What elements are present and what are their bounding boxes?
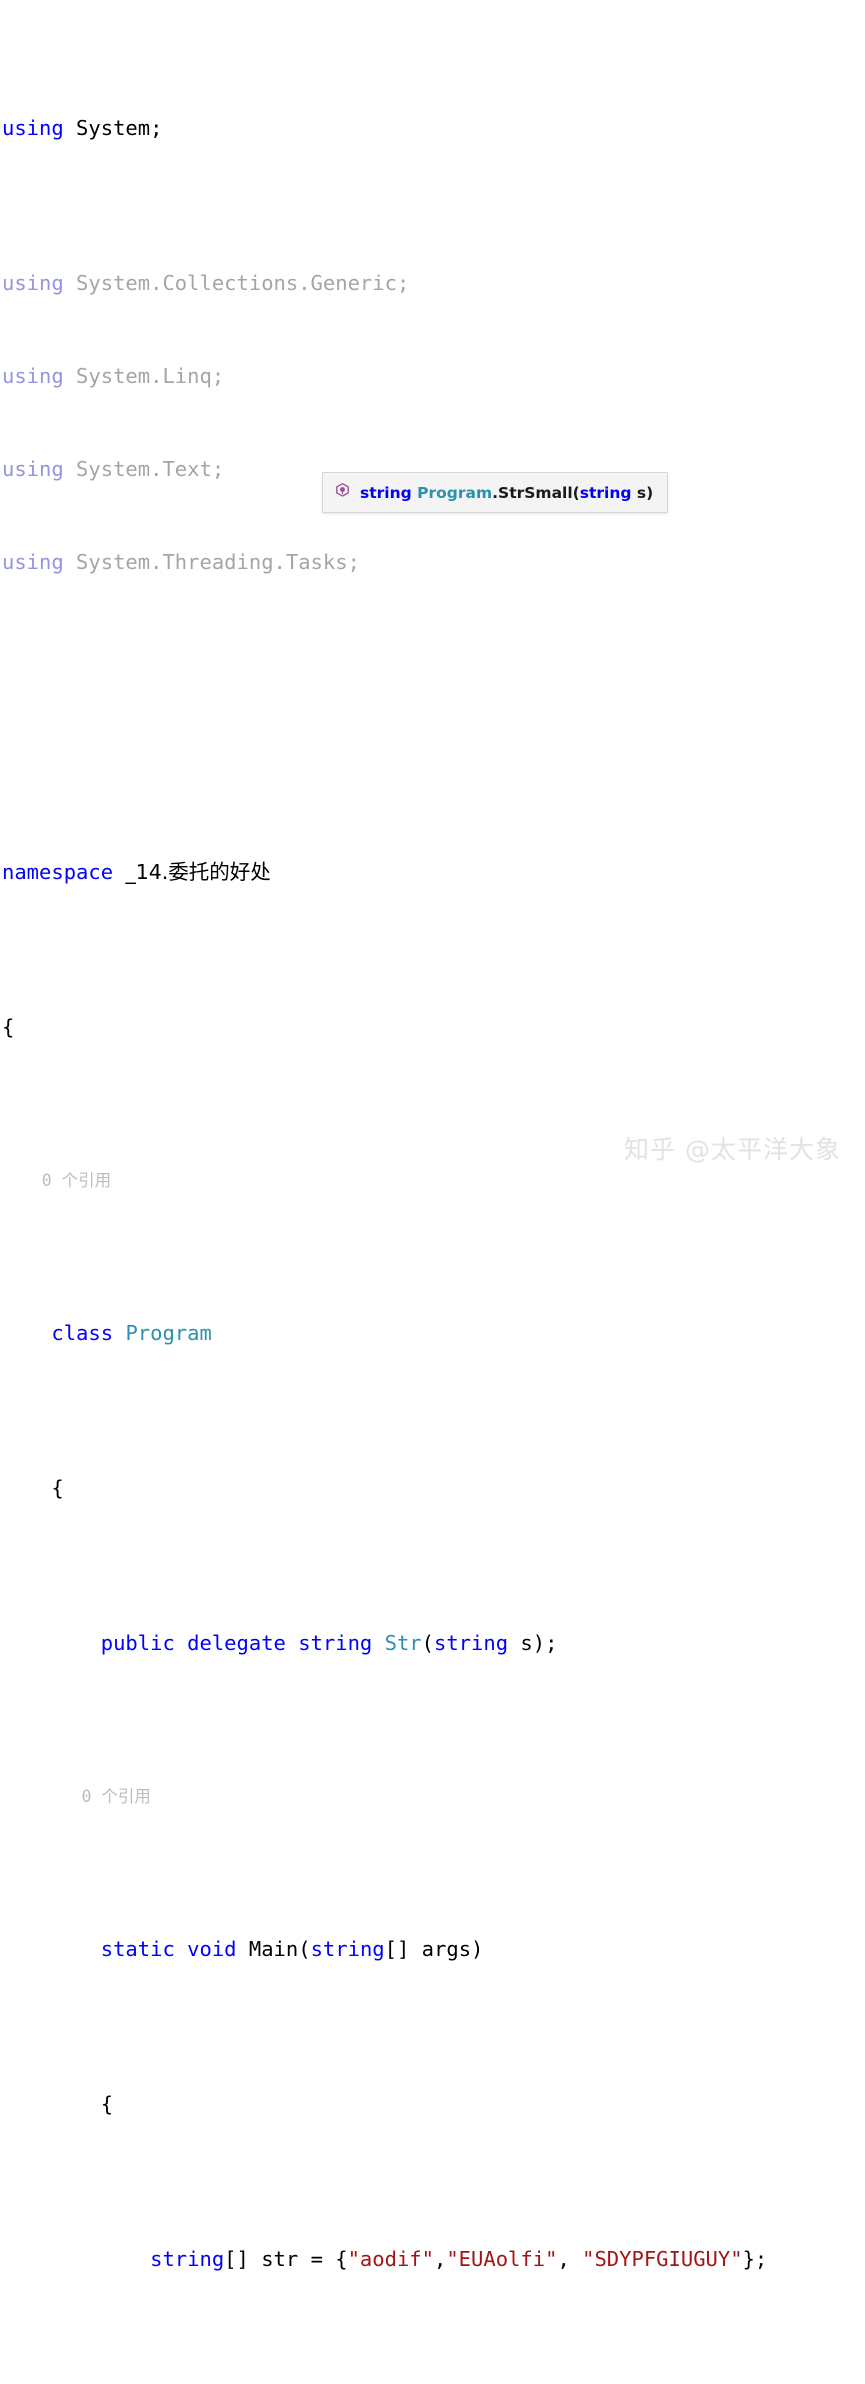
- tooltip-paren-close: ): [646, 483, 654, 502]
- code-line-blank[interactable]: [0, 702, 865, 733]
- code-line[interactable]: {: [0, 2089, 865, 2120]
- type-str-delegate: Str: [384, 1631, 422, 1655]
- keyword-namespace: namespace: [2, 860, 114, 884]
- codelens-label: 个引用: [61, 1171, 112, 1190]
- code-line[interactable]: string[] str = {"aodif","EUAolfi", "SDYP…: [0, 2244, 865, 2275]
- code-editor-surface[interactable]: using System; using System.Collections.G…: [0, 0, 865, 2384]
- code-line[interactable]: using System;: [0, 113, 865, 144]
- intellisense-quickinfo-tooltip: string Program.StrSmall(string s): [322, 472, 669, 513]
- keyword-class: class: [51, 1321, 114, 1345]
- codelens-label: 个引用: [101, 1787, 151, 1806]
- tooltip-param-type: string: [579, 483, 632, 502]
- code-line[interactable]: {: [0, 1012, 865, 1043]
- code-text: System.Linq;: [63, 364, 225, 388]
- code-text: System;: [63, 116, 163, 140]
- string-literal: "SDYPFGIUGUY": [582, 2247, 743, 2271]
- string-literal: "aodif": [347, 2247, 434, 2271]
- code-line[interactable]: class Program: [0, 1318, 865, 1349]
- code-line[interactable]: namespace _14.委托的好处: [0, 857, 865, 888]
- code-line[interactable]: public delegate string Str(string s);: [0, 1628, 865, 1659]
- tooltip-return-type: string: [360, 483, 412, 502]
- code-line[interactable]: using System.Linq;: [0, 361, 865, 392]
- keyword-using: using: [2, 364, 64, 388]
- keyword-using: using: [2, 116, 64, 140]
- code-text: System.Collections.Generic;: [63, 271, 410, 295]
- code-line[interactable]: using System.Threading.Tasks;: [0, 547, 865, 578]
- code-text: System.Threading.Tasks;: [63, 550, 360, 574]
- tooltip-owner-type: Program: [417, 483, 493, 502]
- tooltip-param-name: s: [636, 483, 647, 502]
- tooltip-paren-open: (: [572, 483, 580, 502]
- keyword-using: using: [2, 271, 64, 295]
- keyword-using: using: [2, 550, 64, 574]
- code-text: System.Text;: [63, 457, 225, 481]
- code-line[interactable]: {: [0, 1473, 865, 1504]
- keyword-using: using: [2, 457, 64, 481]
- tooltip-member-name: .StrSmall: [492, 483, 573, 502]
- namespace-name: _14.委托的好处: [125, 860, 271, 884]
- watermark: 知乎 @太平洋大象: [624, 1135, 841, 1164]
- method-icon: [334, 482, 351, 503]
- type-program: Program: [125, 1321, 212, 1345]
- code-line[interactable]: using System.Collections.Generic;: [0, 268, 865, 299]
- code-text: {: [2, 1015, 15, 1039]
- tooltip-signature: string Program.StrSmall(string s): [360, 484, 653, 502]
- codelens-references[interactable]: 0 个引用: [0, 1783, 865, 1810]
- string-literal: "EUAolfi": [446, 2247, 558, 2271]
- codelens-references[interactable]: 0 个引用: [0, 1167, 865, 1194]
- code-line[interactable]: static void Main(string[] args): [0, 1934, 865, 1965]
- code-text: {: [2, 1476, 64, 1500]
